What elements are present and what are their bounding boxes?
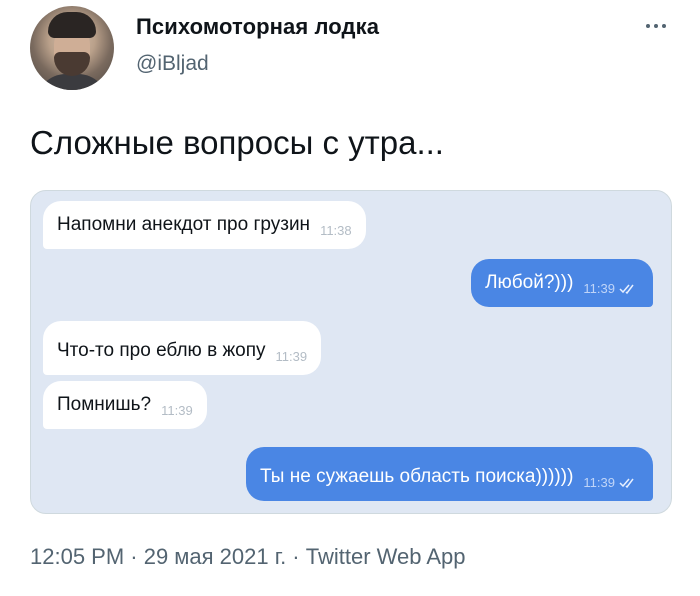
author-display-name[interactable]: Психомоторная лодка xyxy=(136,14,379,40)
more-horizontal-icon xyxy=(654,24,658,28)
more-horizontal-icon xyxy=(662,24,666,28)
chat-message-incoming: Напомни анекдот про грузин 11:38 xyxy=(43,201,366,249)
message-time: 11:39 xyxy=(583,475,615,490)
message-time: 11:39 xyxy=(161,403,193,418)
message-time: 11:39 xyxy=(583,281,615,296)
author-avatar[interactable] xyxy=(30,6,114,90)
message-text: Ты не сужаешь область поиска)))))) xyxy=(260,466,574,487)
more-options-button[interactable] xyxy=(638,14,674,38)
chat-message-incoming: Помнишь? 11:39 xyxy=(43,381,207,429)
message-text: Любой?))) xyxy=(485,272,574,293)
double-check-icon xyxy=(619,478,634,489)
tweet-timestamp-and-source[interactable]: 12:05 PM · 29 мая 2021 г. · Twitter Web … xyxy=(30,544,466,570)
chat-message-outgoing: Любой?))) 11:39 xyxy=(471,259,653,307)
more-horizontal-icon xyxy=(646,24,650,28)
double-check-icon xyxy=(619,284,634,295)
tweet-text: Сложные вопросы с утра... xyxy=(30,124,444,161)
chat-message-incoming: Что-то про еблю в жопу 11:39 xyxy=(43,321,322,375)
author-handle[interactable]: @iBljad xyxy=(136,52,209,76)
message-time: 11:38 xyxy=(320,223,352,238)
message-text: Помнишь? xyxy=(57,394,152,415)
chat-screenshot-image[interactable]: Напомни анекдот про грузин 11:38 Любой?)… xyxy=(30,190,672,514)
avatar-beard xyxy=(54,52,90,76)
message-text: Что-то про еблю в жопу xyxy=(57,340,266,361)
message-time: 11:39 xyxy=(275,349,308,364)
avatar-hair xyxy=(48,12,96,38)
chat-message-outgoing: Ты не сужаешь область поиска)))))) 11:39 xyxy=(246,447,653,501)
message-text: Напомни анекдот про грузин xyxy=(57,214,311,235)
avatar-shirt xyxy=(36,74,108,90)
